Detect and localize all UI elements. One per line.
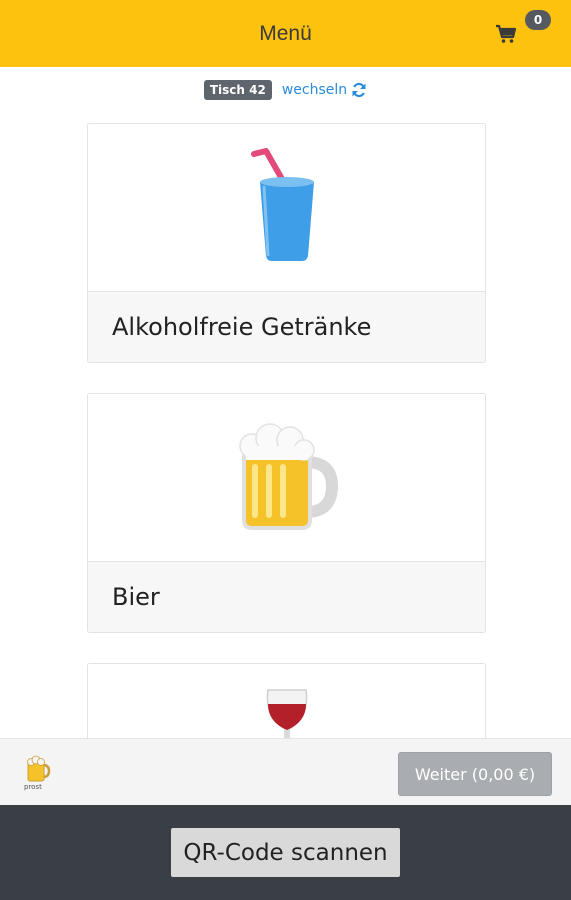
category-image	[88, 124, 485, 291]
category-footer: Bier	[88, 561, 485, 632]
category-image	[88, 394, 485, 561]
cup-with-straw-icon	[250, 147, 314, 261]
switch-table-link[interactable]: wechseln	[282, 82, 367, 98]
footer-bar: QR-Code scannen	[0, 805, 571, 900]
category-title: Bier	[112, 583, 160, 611]
category-footer: Alkoholfreie Getränke	[88, 291, 485, 362]
cart-summary-bar: prost Weiter (0,00 €)	[0, 738, 571, 805]
category-card-alkoholfreie-getraenke[interactable]: Alkoholfreie Getränke	[87, 123, 486, 363]
switch-table-label: wechseln	[281, 82, 348, 98]
refresh-icon	[352, 82, 366, 98]
prost-logo: prost	[24, 755, 52, 791]
beer-mug-icon	[238, 423, 338, 530]
table-badge: Tisch 42	[203, 80, 272, 100]
app-header: Menü 0	[0, 0, 571, 67]
category-title: Alkoholfreie Getränke	[112, 313, 372, 341]
scan-qr-button[interactable]: QR-Code scannen	[171, 828, 400, 877]
category-card-bier[interactable]: Bier	[87, 393, 486, 633]
page-title: Menü	[259, 21, 312, 45]
table-info: Tisch 42 wechseln	[0, 79, 571, 101]
beer-logo-icon	[27, 755, 51, 782]
cart-button[interactable]: 0	[495, 10, 551, 54]
shopping-cart-icon	[496, 24, 517, 43]
logo-text: prost	[24, 783, 42, 791]
continue-button[interactable]: Weiter (0,00 €)	[398, 752, 552, 796]
cart-count-badge: 0	[525, 10, 551, 30]
